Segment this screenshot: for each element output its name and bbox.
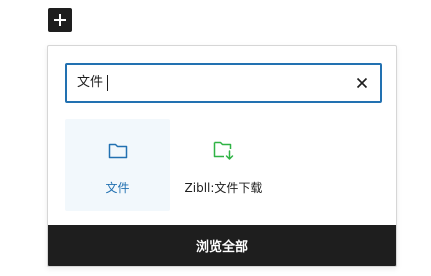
block-inserter-panel: 文件 Zibll:文件下载 浏览全部 (47, 45, 397, 267)
add-block-button[interactable] (48, 8, 72, 32)
search-box (65, 63, 382, 103)
browse-all-button[interactable]: 浏览全部 (48, 225, 396, 266)
text-caret (107, 75, 108, 91)
block-item-file[interactable]: 文件 (65, 119, 170, 211)
close-icon (356, 77, 368, 89)
folder-icon (65, 139, 170, 163)
folder-download-icon (171, 139, 276, 163)
plus-icon (54, 14, 66, 26)
block-item-zibll-file-download[interactable]: Zibll:文件下载 (171, 119, 276, 211)
search-input[interactable] (77, 65, 337, 101)
clear-search-button[interactable] (353, 74, 371, 92)
block-results-list: 文件 Zibll:文件下载 (65, 119, 385, 211)
block-item-label: Zibll:文件下载 (184, 181, 263, 195)
